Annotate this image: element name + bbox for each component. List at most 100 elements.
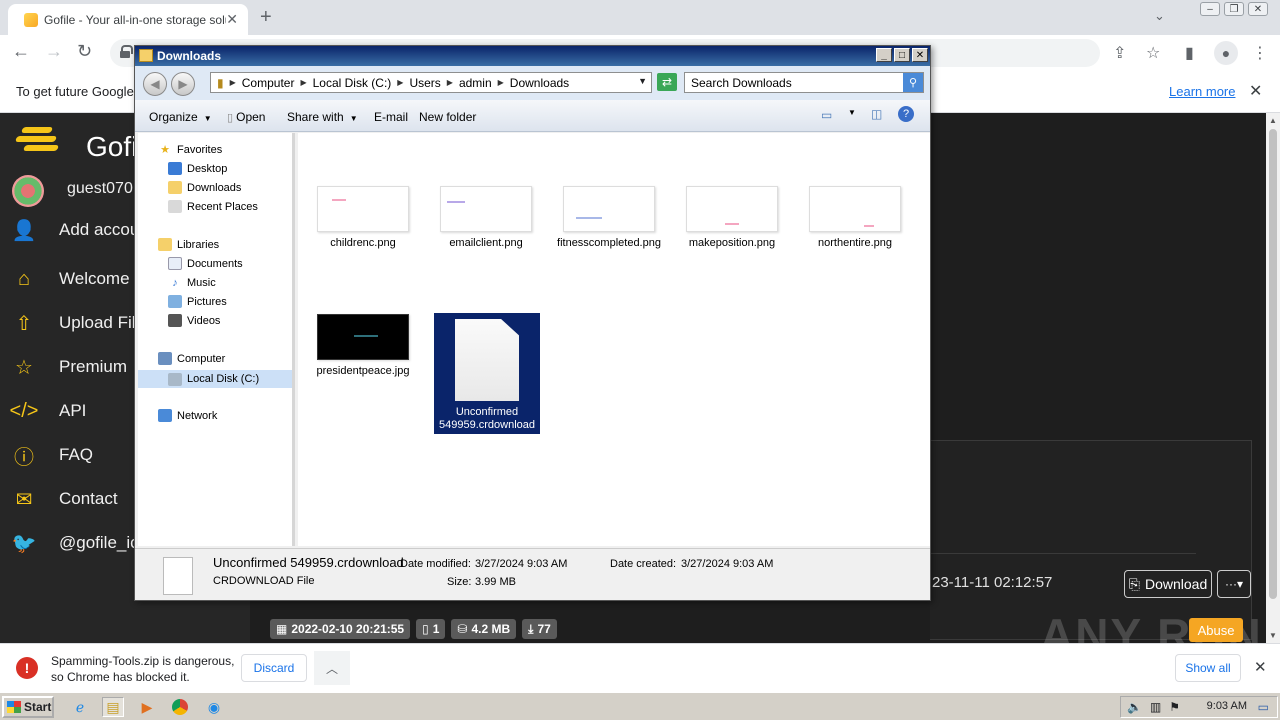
scroll-thumb[interactable] bbox=[1269, 129, 1277, 599]
more-options-button[interactable]: ···▾ bbox=[1217, 570, 1251, 598]
email-button[interactable]: E-mail bbox=[374, 110, 408, 124]
file-item-northentire[interactable]: northentire.png bbox=[802, 186, 908, 250]
nav-desktop[interactable]: Desktop bbox=[168, 162, 227, 175]
search-icon[interactable]: ⚲ bbox=[903, 73, 923, 92]
menu-premium[interactable]: ☆ Premium bbox=[12, 352, 127, 382]
close-icon[interactable]: ✕ bbox=[912, 48, 928, 62]
show-desktop-icon[interactable]: ▭ bbox=[1258, 700, 1269, 714]
volume-icon[interactable]: 🔈 bbox=[1127, 700, 1142, 714]
chevron-right-icon[interactable]: ▶ bbox=[300, 78, 306, 87]
crumb-local-disk[interactable]: Local Disk (C:) bbox=[313, 76, 392, 90]
close-window-icon[interactable]: ✕ bbox=[1248, 2, 1268, 16]
nav-pictures[interactable]: Pictures bbox=[168, 295, 227, 308]
menu-faq[interactable]: ⓘ FAQ bbox=[12, 440, 93, 470]
close-shelf-icon[interactable]: ✕ bbox=[1254, 658, 1267, 676]
user-row[interactable]: guest070 bbox=[12, 175, 133, 207]
learn-more-link[interactable]: Learn more bbox=[1169, 84, 1235, 99]
file-item-presidentpeace[interactable]: presidentpeace.jpg bbox=[310, 314, 416, 378]
file-item-fitnesscompleted[interactable]: fitnesscompleted.png bbox=[556, 186, 662, 250]
refresh-icon[interactable]: ⇄ bbox=[657, 73, 677, 91]
bookmark-star-icon[interactable]: ☆ bbox=[1146, 43, 1160, 63]
new-tab-icon[interactable]: + bbox=[260, 6, 272, 29]
restore-icon[interactable]: ❐ bbox=[1224, 2, 1244, 16]
reload-icon[interactable]: ↻ bbox=[77, 41, 92, 62]
preview-pane-icon[interactable]: ◫ bbox=[871, 107, 882, 121]
side-panel-icon[interactable]: ▮ bbox=[1185, 43, 1194, 63]
menu-upload[interactable]: ⇧ Upload File bbox=[12, 308, 145, 338]
file-item-makeposition[interactable]: makeposition.png bbox=[679, 186, 785, 250]
back-icon[interactable]: ← bbox=[12, 41, 30, 62]
scroll-down-icon[interactable]: ▼ bbox=[1269, 631, 1277, 640]
close-infobar-icon[interactable]: ✕ bbox=[1249, 81, 1262, 101]
internet-explorer-icon[interactable]: ℯ bbox=[69, 697, 91, 717]
detail-size-value: 3.99 MB bbox=[475, 576, 516, 588]
file-item-crdownload[interactable]: Unconfirmed 549959.crdownload bbox=[434, 313, 540, 434]
file-item-childrenc[interactable]: childrenc.png bbox=[310, 186, 416, 250]
new-folder-button[interactable]: New folder bbox=[419, 110, 476, 124]
share-with-button[interactable]: Share with ▼ bbox=[287, 110, 358, 124]
download-button[interactable]: ⎘ Download bbox=[1124, 570, 1212, 598]
lock-icon[interactable] bbox=[120, 45, 133, 58]
profile-icon[interactable]: ● bbox=[1214, 41, 1238, 65]
menu-twitter[interactable]: 🐦 @gofile_ic bbox=[12, 528, 139, 558]
abuse-button[interactable]: Abuse bbox=[1189, 618, 1243, 642]
media-player-icon[interactable]: ▶ bbox=[136, 697, 158, 717]
nav-favorites[interactable]: ★ Favorites bbox=[158, 143, 222, 157]
page-scrollbar[interactable]: ▲ ▼ bbox=[1266, 113, 1280, 643]
forward-icon[interactable]: → bbox=[45, 41, 63, 62]
crumb-admin[interactable]: admin bbox=[459, 76, 492, 90]
chevron-right-icon[interactable]: ▶ bbox=[447, 78, 453, 87]
breadcrumb[interactable]: ▮ ▶ Computer ▶ Local Disk (C:) ▶ Users ▶… bbox=[210, 72, 652, 93]
nav-libraries[interactable]: Libraries bbox=[158, 238, 219, 251]
minimize-icon[interactable]: _ bbox=[876, 48, 892, 62]
back-icon[interactable]: ◀ bbox=[143, 72, 167, 96]
crumb-users[interactable]: Users bbox=[409, 76, 440, 90]
network-tray-icon[interactable]: ▥ bbox=[1150, 700, 1161, 714]
help-icon[interactable]: ? bbox=[898, 106, 914, 122]
brand[interactable]: Gofi bbox=[14, 121, 137, 162]
menu-kebab-icon[interactable]: ⋮ bbox=[1252, 43, 1268, 63]
menu-welcome[interactable]: ⌂ Welcome bbox=[12, 264, 130, 294]
menu-api[interactable]: </> API bbox=[10, 396, 87, 426]
open-button[interactable]: ▯ Open bbox=[227, 110, 265, 124]
chrome-icon[interactable] bbox=[169, 697, 191, 717]
chevron-down-icon[interactable]: ▼ bbox=[638, 76, 647, 86]
chevron-right-icon[interactable]: ▶ bbox=[498, 78, 504, 87]
menu-add-account[interactable]: 👤 Add accou bbox=[12, 215, 140, 245]
explorer-taskbar-icon[interactable]: ▤ bbox=[102, 697, 124, 717]
chevron-down-icon[interactable]: ▼ bbox=[848, 108, 856, 117]
organize-button[interactable]: Organize ▼ bbox=[149, 110, 212, 124]
clock[interactable]: 9:03 AM bbox=[1207, 700, 1247, 712]
crumb-downloads[interactable]: Downloads bbox=[510, 76, 569, 90]
minimize-icon[interactable]: – bbox=[1200, 2, 1220, 16]
action-center-flag-icon[interactable]: ⚑ bbox=[1169, 700, 1180, 714]
chevron-down-icon[interactable]: ⌄ bbox=[1154, 8, 1165, 24]
search-input[interactable]: Search Downloads ⚲ bbox=[684, 72, 924, 93]
maximize-icon[interactable]: □ bbox=[894, 48, 910, 62]
chevron-right-icon[interactable]: ▶ bbox=[230, 78, 236, 87]
nav-network[interactable]: Network bbox=[158, 409, 217, 422]
show-all-button[interactable]: Show all bbox=[1175, 654, 1241, 682]
chevron-up-icon[interactable]: ︿ bbox=[314, 651, 350, 685]
file-item-emailclient[interactable]: emailclient.png bbox=[433, 186, 539, 250]
browser-tab[interactable]: Gofile - Your all-in-one storage soluti … bbox=[8, 4, 248, 35]
scroll-up-icon[interactable]: ▲ bbox=[1269, 116, 1277, 125]
nav-documents[interactable]: Documents bbox=[168, 257, 243, 270]
crumb-computer[interactable]: Computer bbox=[242, 76, 295, 90]
nav-local-disk[interactable]: Local Disk (C:) bbox=[138, 370, 292, 388]
nav-downloads[interactable]: Downloads bbox=[168, 181, 241, 194]
share-icon[interactable]: ⇪ bbox=[1113, 43, 1126, 63]
start-button[interactable]: Start bbox=[2, 696, 54, 718]
nav-recent-places[interactable]: Recent Places bbox=[168, 200, 258, 213]
forward-icon[interactable]: ▶ bbox=[171, 72, 195, 96]
close-tab-icon[interactable]: ✕ bbox=[226, 11, 238, 28]
explorer-titlebar[interactable]: Downloads _ □ ✕ bbox=[135, 46, 930, 66]
nav-videos[interactable]: Videos bbox=[168, 314, 220, 327]
discard-button[interactable]: Discard bbox=[241, 654, 307, 682]
nav-computer[interactable]: Computer bbox=[158, 352, 225, 365]
edge-icon[interactable]: ◉ bbox=[203, 697, 225, 717]
view-icon[interactable]: ▭ bbox=[821, 108, 832, 122]
nav-music[interactable]: ♪ Music bbox=[168, 276, 215, 289]
menu-contact[interactable]: ✉ Contact bbox=[12, 484, 118, 514]
chevron-right-icon[interactable]: ▶ bbox=[397, 78, 403, 87]
